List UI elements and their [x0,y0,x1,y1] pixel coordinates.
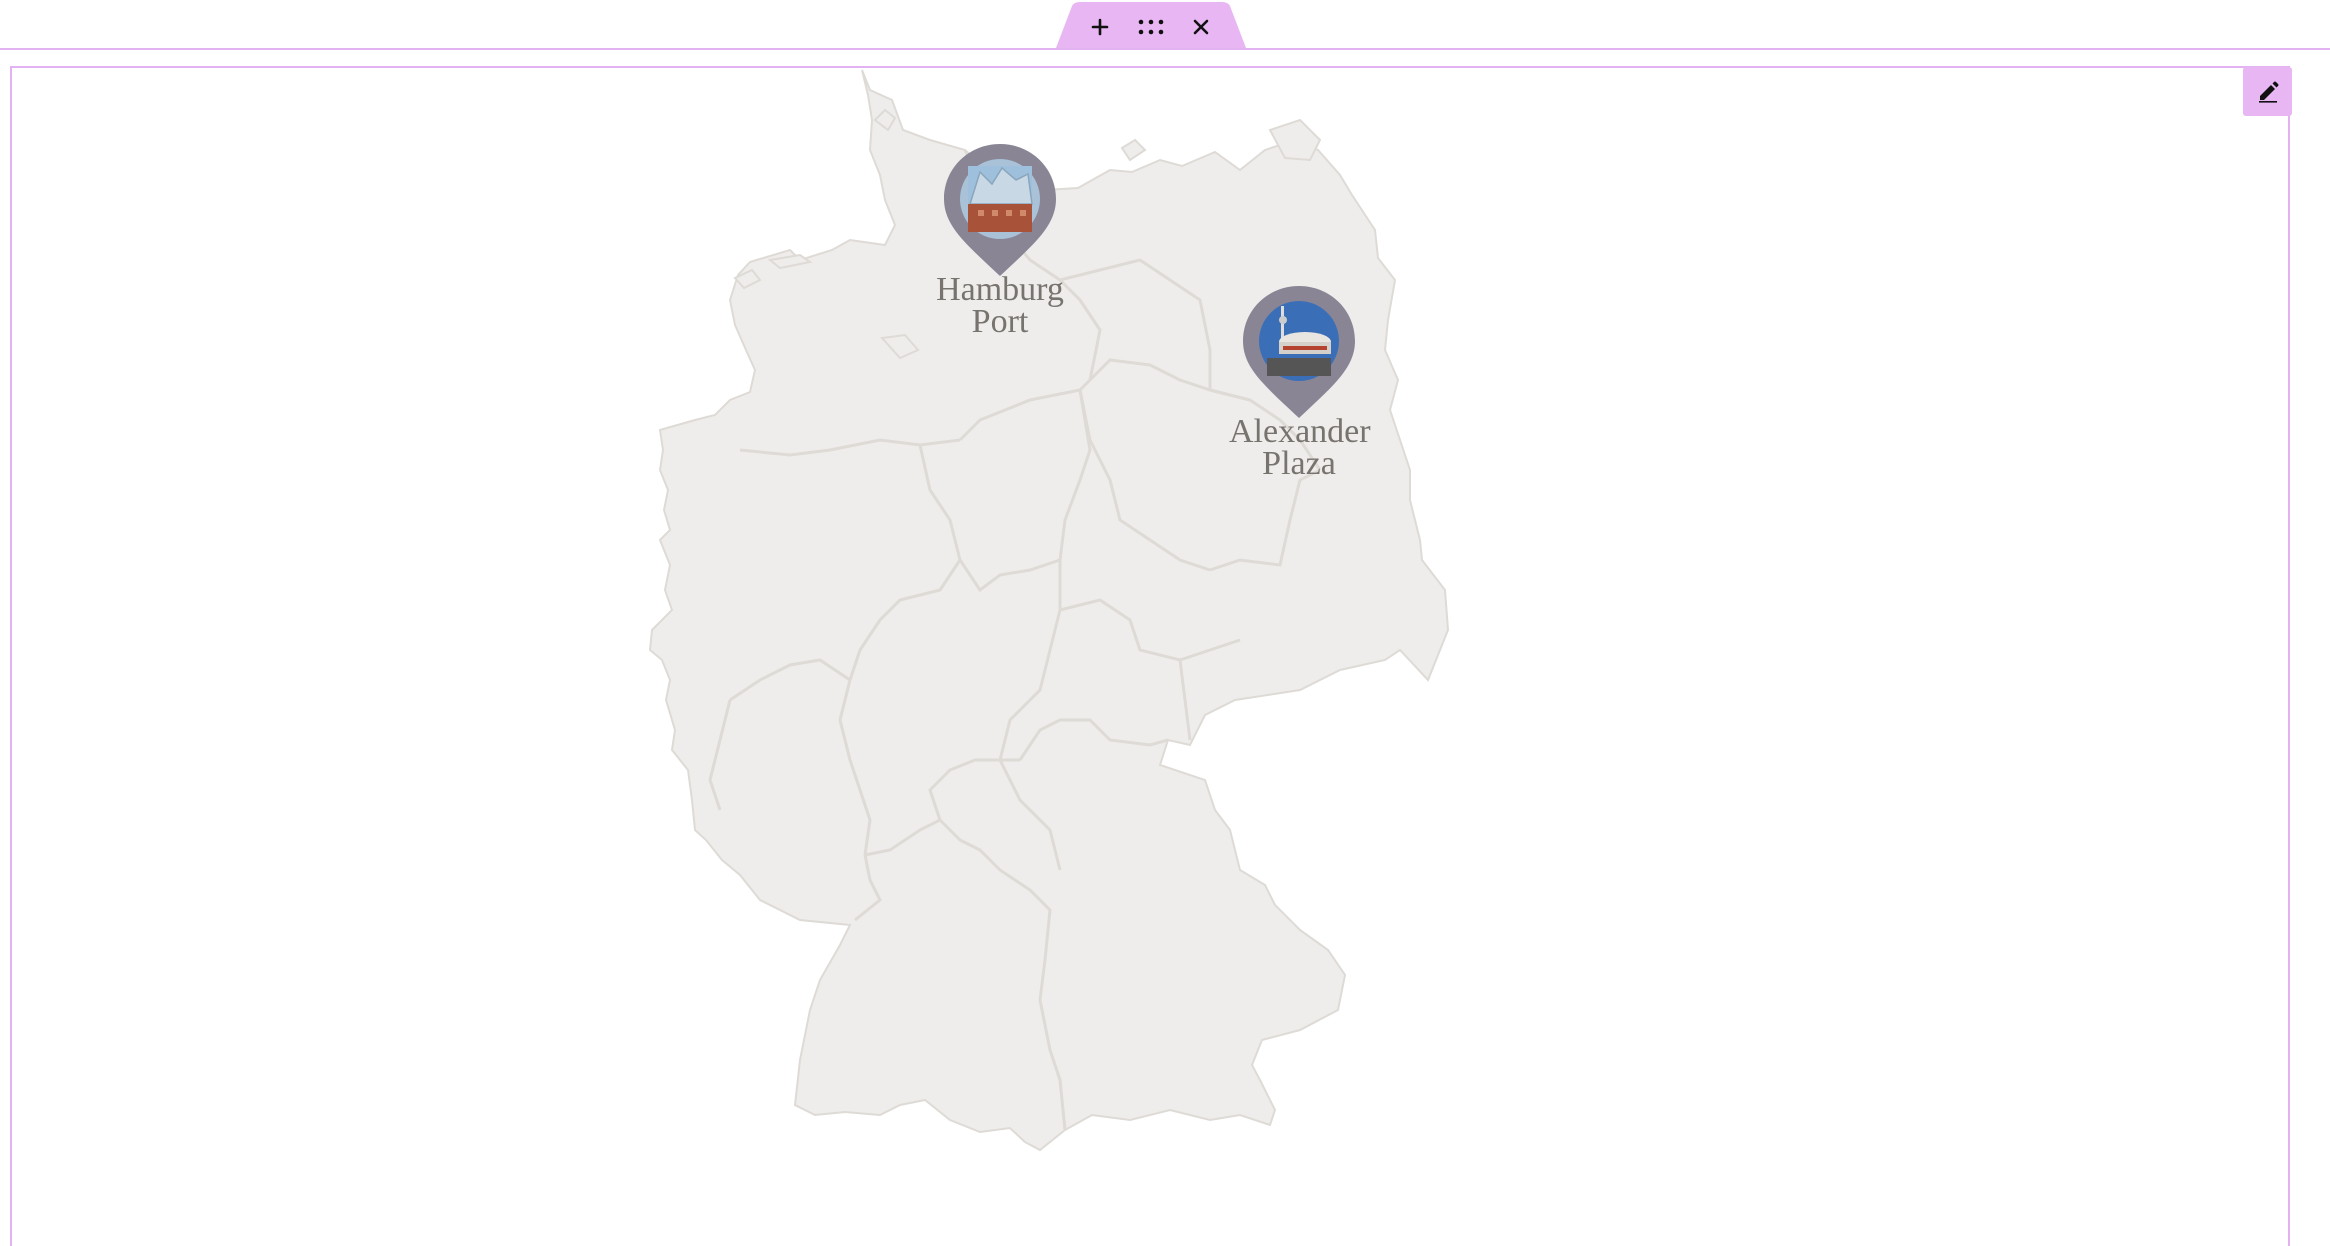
drag-dots-icon [1138,19,1164,35]
section-edit-tab [1056,2,1246,48]
close-icon [1193,19,1209,35]
map-marker[interactable]: Alexander Plaza [1229,286,1371,482]
add-section-button[interactable] [1080,8,1120,46]
plus-icon [1091,18,1109,36]
marker-label-line2: Plaza [1262,445,1336,482]
map-pin-icon [944,144,1056,276]
pencil-icon [2258,81,2278,103]
edit-widget-button[interactable] [2243,67,2292,116]
move-section-button[interactable] [1131,8,1171,46]
germany-map: Hamburg Port Alexander Plaza [640,66,1460,1166]
delete-section-button[interactable] [1181,8,1221,46]
map-marker[interactable]: Hamburg Port [930,144,1070,340]
marker-label-line2: Port [971,303,1029,340]
editor-top-line [0,48,2330,50]
page: Hamburg Port Alexander Plaza [0,0,2330,1246]
map-pin-icon [1243,286,1355,418]
